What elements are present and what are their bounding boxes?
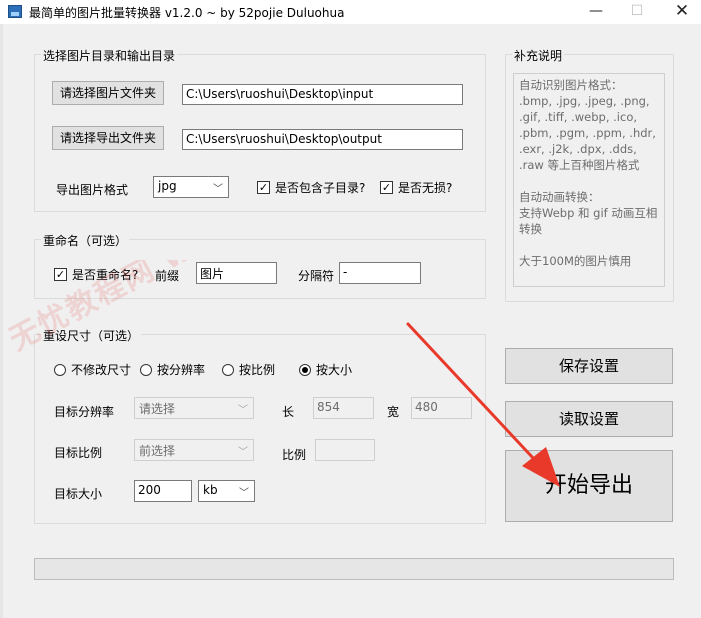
notes-group-title: 补充说明 <box>512 47 565 64</box>
maximize-button[interactable]: ☐ <box>614 0 660 24</box>
radio-by-ratio-icon <box>222 363 234 376</box>
include-subdirs-check-icon: ✓ <box>257 181 270 194</box>
dirs-group-title: 选择图片目录和输出目录 <box>41 47 178 64</box>
radio-no-resize-icon <box>54 363 66 376</box>
rename-check-icon: ✓ <box>54 268 67 281</box>
size-label: 目标大小 <box>54 487 103 501</box>
resolution-select[interactable]: 请选择 ﹀ <box>134 397 254 419</box>
rename-group-title: 重命名（可选） <box>41 232 130 249</box>
choose-input-folder-button[interactable]: 请选择图片文件夹 <box>52 81 164 105</box>
radio-by-ratio-label: 按比例 <box>239 363 276 377</box>
start-export-button[interactable]: 开始导出 <box>505 450 673 522</box>
format-label: 导出图片格式 <box>56 183 129 197</box>
include-subdirs-label: 是否包含子目录? <box>275 181 366 195</box>
prefix-input[interactable]: 图片 <box>196 262 277 284</box>
resolution-label: 目标分辨率 <box>54 405 115 419</box>
lossless-checkbox[interactable]: ✓ 是否无损? <box>380 179 452 196</box>
rename-checkbox[interactable]: ✓ 是否重命名? <box>54 266 138 283</box>
resize-group-title: 重设尺寸（可选） <box>41 327 142 344</box>
include-subdirs-checkbox[interactable]: ✓ 是否包含子目录? <box>257 179 365 196</box>
output-path-field[interactable]: C:\Users\ruoshui\Desktop\output <box>182 129 463 150</box>
ratio-value-label: 比例 <box>282 448 307 462</box>
notes-warning: 大于100M的图片慎用 <box>519 254 632 268</box>
size-unit-select[interactable]: kb ﹀ <box>198 480 255 502</box>
format-select[interactable]: jpg ﹀ <box>153 176 229 198</box>
minimize-button[interactable]: — <box>573 0 619 24</box>
notes-textarea[interactable]: 自动识别图片格式： .bmp, .jpg, .jpeg, .png, .gif,… <box>513 73 665 287</box>
chevron-down-icon: ﹀ <box>213 184 223 195</box>
format-select-value: jpg <box>158 179 177 193</box>
title-bar: 最简单的图片批量转换器 v1.2.0 ~ by 52pojie Duluohua… <box>0 0 701 24</box>
app-icon <box>8 5 22 18</box>
notes-spacer <box>519 173 659 189</box>
separator-label: 分隔符 <box>298 269 335 283</box>
notes-animation: 自动动画转换： 支持Webp 和 gif 动画互相转换 <box>519 190 658 236</box>
input-path-field[interactable]: C:\Users\ruoshui\Desktop\input <box>182 84 463 105</box>
width-label: 宽 <box>387 405 400 419</box>
resolution-select-value: 请选择 <box>139 402 176 416</box>
window-title: 最简单的图片批量转换器 v1.2.0 ~ by 52pojie Duluohua <box>29 6 345 20</box>
radio-no-resize[interactable]: 不修改尺寸 <box>54 361 131 378</box>
rename-label: 是否重命名? <box>72 268 139 282</box>
ratio-select[interactable]: 前选择 ﹀ <box>134 439 254 461</box>
save-settings-button[interactable]: 保存设置 <box>505 348 673 384</box>
length-label: 长 <box>282 405 295 419</box>
ratio-label: 目标比例 <box>54 446 103 460</box>
ratio-select-value: 前选择 <box>139 444 176 458</box>
size-unit-value: kb <box>203 483 218 497</box>
load-settings-button[interactable]: 读取设置 <box>505 401 673 437</box>
radio-by-resolution[interactable]: 按分辨率 <box>140 361 205 378</box>
radio-no-resize-label: 不修改尺寸 <box>71 363 132 377</box>
chevron-down-icon: ﹀ <box>239 488 249 499</box>
size-input[interactable]: 200 <box>134 480 192 502</box>
close-button[interactable]: ✕ <box>659 0 701 24</box>
notes-formats: 自动识别图片格式： .bmp, .jpg, .jpeg, .png, .gif,… <box>519 78 656 172</box>
window-left-edge <box>0 24 3 618</box>
radio-by-resolution-label: 按分辨率 <box>157 363 206 377</box>
length-input[interactable]: 854 <box>313 397 374 419</box>
ratio-value-input[interactable] <box>315 439 375 461</box>
radio-by-size-icon <box>299 363 311 376</box>
chevron-down-icon: ﹀ <box>238 447 248 458</box>
notes-spacer <box>519 237 659 253</box>
export-progress-bar <box>34 558 674 580</box>
lossless-label: 是否无损? <box>398 181 453 195</box>
radio-by-size[interactable]: 按大小 <box>299 361 352 378</box>
width-input[interactable]: 480 <box>411 397 472 419</box>
radio-by-resolution-icon <box>140 363 152 376</box>
radio-by-ratio[interactable]: 按比例 <box>222 361 275 378</box>
chevron-down-icon: ﹀ <box>238 405 248 416</box>
radio-by-size-label: 按大小 <box>316 363 353 377</box>
choose-output-folder-button[interactable]: 请选择导出文件夹 <box>52 126 164 150</box>
separator-input[interactable]: - <box>339 262 421 284</box>
lossless-check-icon: ✓ <box>380 181 393 194</box>
prefix-label: 前缀 <box>155 269 180 283</box>
